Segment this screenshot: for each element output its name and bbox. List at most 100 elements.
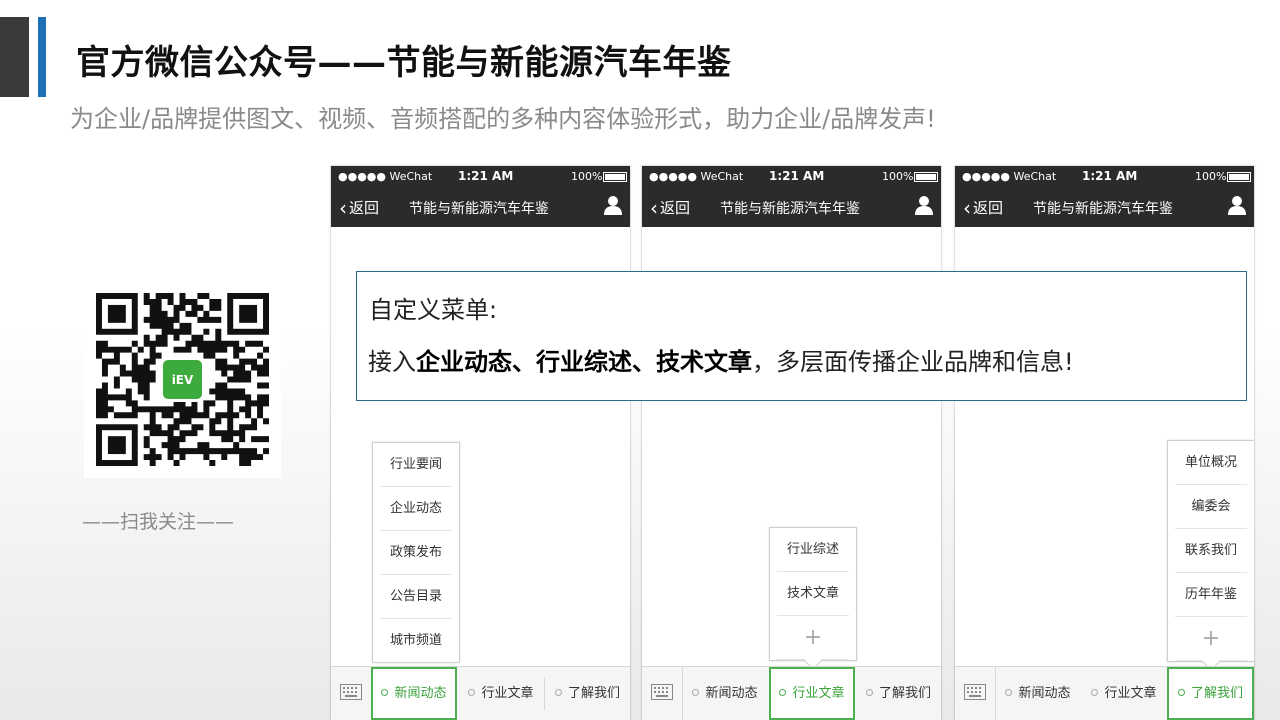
- callout-body-suffix: ，多层面传播企业品牌和信息!: [752, 348, 1074, 376]
- battery-icon: [914, 172, 938, 182]
- carrier-label: ●●●●● WeChat: [962, 170, 1057, 183]
- menu-bar: 新闻动态 行业文章 了解我们: [331, 666, 630, 720]
- tab-articles[interactable]: 行业文章: [769, 667, 855, 720]
- back-button[interactable]: ‹ 返回: [650, 196, 690, 220]
- callout-heading: 自定义菜单:: [369, 296, 498, 324]
- callout-body-prefix: 接入: [368, 348, 416, 376]
- callout-body-highlight: 企业动态、行业综述、技术文章: [416, 348, 752, 376]
- submenu-item[interactable]: 历年年鉴: [1175, 573, 1247, 617]
- keyboard-toggle[interactable]: [331, 667, 372, 720]
- qr-code: iEV: [84, 281, 281, 478]
- qr-code-pattern: iEV: [96, 293, 269, 466]
- tab-label: 新闻动态: [705, 686, 758, 701]
- dot-icon: [1091, 689, 1099, 696]
- submenu-item[interactable]: 单位概况: [1175, 441, 1247, 485]
- user-profile-icon[interactable]: [915, 195, 933, 215]
- tab-about[interactable]: 了解我们: [856, 667, 941, 720]
- tab-news[interactable]: 新闻动态: [371, 667, 457, 720]
- carrier-label: ●●●●● WeChat: [338, 170, 433, 183]
- nav-bar: ‹ 返回 节能与新能源汽车年鉴: [331, 186, 630, 227]
- battery-percent: 100%: [1195, 170, 1227, 183]
- status-bar: ●●●●● WeChat 1:21 AM 100%: [642, 166, 941, 186]
- submenu-news: 行业要闻 企业动态 政策发布 公告目录 城市频道: [372, 442, 460, 663]
- nav-title: 节能与新能源汽车年鉴: [409, 201, 549, 217]
- back-button[interactable]: ‹ 返回: [963, 196, 1003, 220]
- tab-label: 新闻动态: [1018, 686, 1071, 701]
- page-title: 官方微信公众号——节能与新能源汽车年鉴: [76, 43, 732, 83]
- submenu-item[interactable]: 编委会: [1175, 485, 1247, 529]
- submenu-about: 单位概况 编委会 联系我们 历年年鉴 +: [1167, 440, 1254, 671]
- tab-label: 了解我们: [567, 686, 620, 701]
- keyboard-icon: [340, 684, 362, 700]
- submenu-item[interactable]: 行业要闻: [380, 443, 452, 487]
- nav-title: 节能与新能源汽车年鉴: [720, 201, 860, 217]
- carrier-label: ●●●●● WeChat: [649, 170, 744, 183]
- dot-icon: [692, 689, 700, 696]
- battery-percent: 100%: [571, 170, 603, 183]
- tab-news[interactable]: 新闻动态: [995, 667, 1081, 720]
- dot-icon: [1177, 689, 1185, 696]
- status-time: 1:21 AM: [458, 169, 514, 183]
- dot-icon: [468, 689, 476, 696]
- nav-bar: ‹ 返回 节能与新能源汽车年鉴: [955, 186, 1254, 227]
- dot-icon: [1005, 689, 1013, 696]
- tab-label: 行业文章: [792, 686, 845, 701]
- qr-finder-pattern: [96, 293, 138, 335]
- tab-label: 了解我们: [878, 686, 931, 701]
- callout-body: 接入企业动态、行业综述、技术文章，多层面传播企业品牌和信息!: [368, 342, 1074, 377]
- tab-label: 了解我们: [1190, 686, 1243, 701]
- back-label: 返回: [660, 199, 691, 217]
- back-label: 返回: [349, 199, 380, 217]
- status-time: 1:21 AM: [769, 169, 825, 183]
- submenu-item[interactable]: 公告目录: [380, 575, 452, 619]
- dot-icon: [554, 689, 562, 696]
- dot-icon: [381, 689, 389, 696]
- battery-percent: 100%: [882, 170, 914, 183]
- tab-news[interactable]: 新闻动态: [682, 667, 768, 720]
- back-label: 返回: [973, 199, 1004, 217]
- dot-icon: [779, 689, 787, 696]
- battery-icon: [1227, 172, 1251, 182]
- tab-label: 行业文章: [481, 686, 534, 701]
- keyboard-icon: [651, 684, 673, 700]
- accent-bar-blue: [38, 17, 46, 97]
- user-profile-icon[interactable]: [604, 195, 622, 215]
- submenu-item[interactable]: 城市频道: [380, 619, 452, 662]
- dot-icon: [865, 689, 873, 696]
- tab-articles[interactable]: 行业文章: [1082, 667, 1166, 720]
- tab-about[interactable]: 了解我们: [1167, 667, 1254, 720]
- accent-bar-dark: [0, 17, 29, 97]
- menu-bar: 新闻动态 行业文章 了解我们: [642, 666, 941, 720]
- submenu-articles: 行业综述 技术文章 +: [769, 527, 857, 670]
- chevron-left-icon: ‹: [339, 196, 347, 220]
- phone-mockup-1: ●●●●● WeChat 1:21 AM 100% ‹ 返回 节能与新能源汽车年鉴…: [331, 166, 630, 720]
- menu-bar: 新闻动态 行业文章 了解我们: [955, 666, 1254, 720]
- nav-bar: ‹ 返回 节能与新能源汽车年鉴: [642, 186, 941, 227]
- phone-mockup-3: ●●●●● WeChat 1:21 AM 100% ‹ 返回 节能与新能源汽车年鉴…: [955, 166, 1254, 720]
- submenu-item[interactable]: 联系我们: [1175, 529, 1247, 573]
- tab-label: 新闻动态: [394, 686, 447, 701]
- qr-caption: ——扫我关注——: [82, 511, 235, 533]
- custom-menu-callout: 自定义菜单: 接入企业动态、行业综述、技术文章，多层面传播企业品牌和信息!: [356, 271, 1247, 401]
- page-subtitle: 为企业/品牌提供图文、视频、音频搭配的多种内容体验形式，助力企业/品牌发声!: [70, 105, 936, 133]
- brand-logo-icon: iEV: [160, 357, 205, 402]
- tab-articles[interactable]: 行业文章: [458, 667, 544, 720]
- keyboard-toggle[interactable]: [955, 667, 996, 720]
- nav-title: 节能与新能源汽车年鉴: [1033, 201, 1173, 217]
- submenu-item[interactable]: 企业动态: [380, 487, 452, 531]
- battery-icon: [603, 172, 627, 182]
- keyboard-toggle[interactable]: [642, 667, 683, 720]
- status-bar: ●●●●● WeChat 1:21 AM 100%: [955, 166, 1254, 186]
- user-profile-icon[interactable]: [1228, 195, 1246, 215]
- status-time: 1:21 AM: [1082, 169, 1138, 183]
- tab-label: 行业文章: [1104, 686, 1157, 701]
- status-bar: ●●●●● WeChat 1:21 AM 100%: [331, 166, 630, 186]
- phone-mockup-2: ●●●●● WeChat 1:21 AM 100% ‹ 返回 节能与新能源汽车年鉴…: [642, 166, 941, 720]
- chevron-left-icon: ‹: [963, 196, 971, 220]
- submenu-item[interactable]: 技术文章: [777, 572, 849, 616]
- tab-about[interactable]: 了解我们: [545, 667, 630, 720]
- back-button[interactable]: ‹ 返回: [339, 196, 379, 220]
- chevron-left-icon: ‹: [650, 196, 658, 220]
- submenu-item[interactable]: 政策发布: [380, 531, 452, 575]
- submenu-item[interactable]: 行业综述: [777, 528, 849, 572]
